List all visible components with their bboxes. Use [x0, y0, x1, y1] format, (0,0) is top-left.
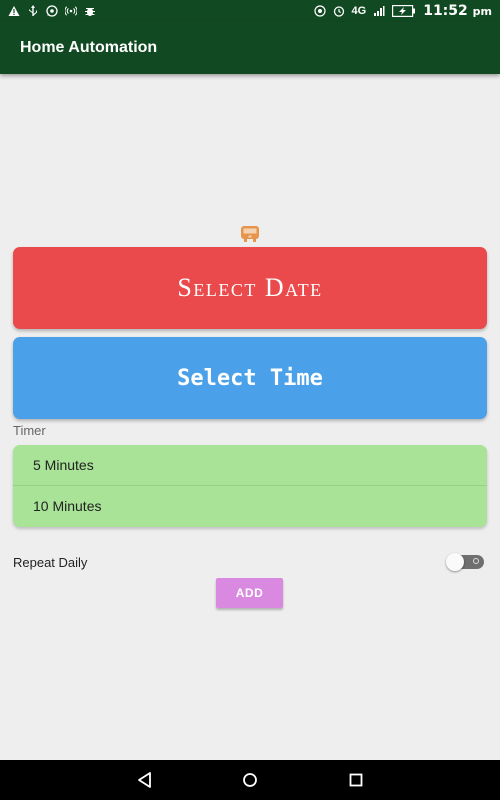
signal-icon [373, 5, 385, 17]
select-time-button[interactable]: Select Time [13, 337, 487, 419]
wifi-hotspot-icon [313, 5, 326, 17]
select-date-button[interactable]: Select Date [13, 247, 487, 329]
navigation-bar [0, 760, 500, 800]
timer-list: 5 Minutes 10 Minutes [13, 445, 487, 527]
warning-icon [8, 5, 20, 17]
repeat-daily-label: Repeat Daily [13, 555, 88, 570]
battery-charging-icon [392, 5, 416, 17]
alarm-icon [333, 5, 345, 17]
app-bar: Home Automation [0, 22, 500, 74]
whatsapp-icon [46, 5, 58, 17]
status-bar-left [0, 5, 104, 17]
usb-icon [27, 5, 39, 17]
bug-icon [84, 5, 96, 17]
status-bar-right: 4G 11:52 pm [306, 3, 500, 19]
app-title: Home Automation [20, 39, 158, 56]
status-bar: 4G 11:52 pm [0, 0, 500, 22]
timer-option-5-minutes[interactable]: 5 Minutes [13, 445, 487, 485]
bus-icon [240, 224, 260, 244]
network-type: 4G [351, 5, 367, 17]
toggle-knob [446, 553, 464, 571]
recents-icon[interactable] [346, 770, 366, 790]
hotspot-icon [65, 5, 77, 17]
timer-label: Timer [13, 423, 46, 438]
home-icon[interactable] [240, 770, 260, 790]
timer-option-10-minutes[interactable]: 10 Minutes [13, 485, 487, 526]
repeat-daily-toggle[interactable] [446, 553, 484, 571]
add-button[interactable]: ADD [216, 578, 283, 608]
toggle-off-indicator-icon [473, 558, 479, 564]
clock: 11:52 pm [423, 3, 492, 19]
back-icon[interactable] [135, 770, 155, 790]
